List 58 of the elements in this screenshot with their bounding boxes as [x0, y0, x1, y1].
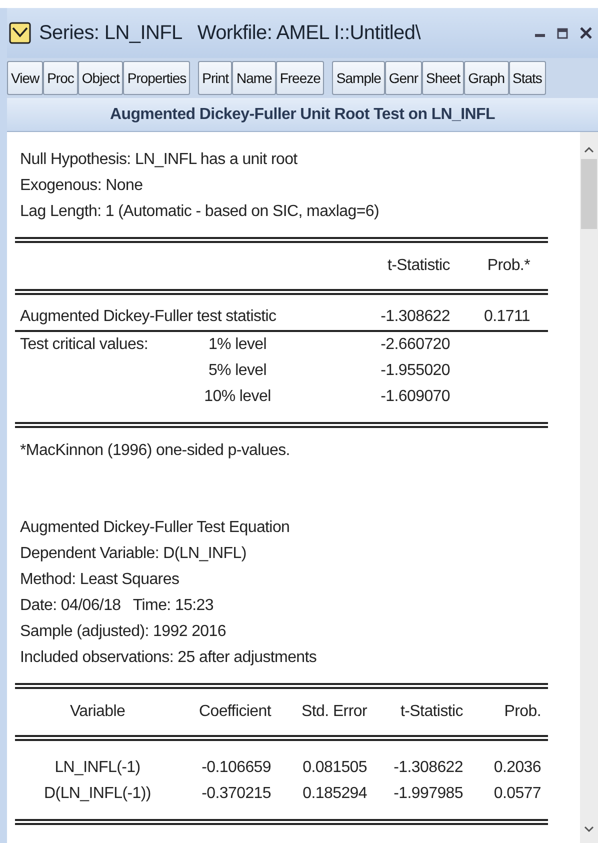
text-line: Method: Least Squares: [19, 570, 180, 590]
toolbar-button[interactable]: Freeze: [276, 61, 324, 95]
toolbar-button[interactable]: Graph: [464, 61, 509, 95]
table-cell-text: -0.370215: [200, 784, 271, 804]
toolbar-button[interactable]: Stats: [508, 61, 546, 95]
table-cell-text: 0.0577: [492, 784, 541, 804]
toolbar-button[interactable]: View: [7, 61, 44, 95]
column-header: Coefficient: [198, 702, 271, 722]
column-header: t-Statistic: [400, 702, 463, 722]
maximize-icon[interactable]: [557, 28, 568, 38]
scrollbar[interactable]: [580, 132, 598, 843]
table-cell-text: 0.185294: [302, 784, 367, 804]
toolbar-button[interactable]: Genr: [384, 61, 422, 95]
text-line: Augmented Dickey-Fuller Test Equation: [19, 518, 291, 538]
table-cell-text: -1.609070: [380, 387, 450, 407]
column-header: Prob.: [503, 702, 541, 722]
level-label: 5% level: [207, 361, 268, 381]
level-label: 1% level: [207, 335, 268, 355]
output-heading: Augmented Dickey-Fuller Unit Root Test on LN_INFL: [7, 98, 598, 132]
table-cell-text: 0.081505: [302, 758, 367, 778]
column-header: Variable: [68, 702, 126, 722]
close-icon[interactable]: [580, 27, 592, 39]
table-cell-text: LN_INFL(-1): [54, 758, 142, 778]
text-line: Included observations: 25 after adjustments: [19, 648, 318, 668]
table-cell-text: -0.106659: [200, 758, 271, 778]
text-line: Null Hypothesis: LN_INFL has a unit root: [19, 150, 298, 170]
text-line: Date: 04/06/18 Time: 15:23: [19, 596, 215, 616]
toolbar-button[interactable]: Print: [198, 61, 232, 95]
text-line: Dependent Variable: D(LN_INFL): [19, 544, 248, 564]
table-cell-text: 0.1711: [483, 307, 530, 327]
row-label: Augmented Dickey-Fuller test statistic: [20, 307, 278, 327]
level-label: 10% level: [203, 387, 272, 407]
chart-icon: [9, 22, 31, 44]
toolbar-button[interactable]: Properties: [123, 61, 190, 95]
table-cell-text: -1.308622: [380, 307, 450, 327]
table-cell-text: -1.955020: [380, 361, 450, 381]
footnote: *MacKinnon (1996) one-sided p-values.: [19, 441, 291, 461]
table-cell-text: D(LN_INFL(-1)): [43, 784, 152, 804]
column-header: Prob.*: [486, 256, 530, 276]
window-title: Series: LN_INFL Workfile: AMEL I::Untitled\: [39, 22, 422, 44]
table-cell-text: 0.2036: [492, 758, 541, 778]
scroll-down-icon[interactable]: [584, 826, 594, 833]
table-cell-text: -1.997985: [392, 784, 463, 804]
toolbar-button[interactable]: Name: [232, 61, 276, 95]
column-header: t-Statistic: [386, 256, 450, 276]
table-cell-text: -1.308622: [392, 758, 463, 778]
toolbar-button[interactable]: Sheet: [422, 61, 464, 95]
text-line: Sample (adjusted): 1992 2016: [19, 622, 227, 642]
text-line: Lag Length: 1 (Automatic - based on SIC, maxlag=6): [19, 202, 380, 222]
table-cell-text: -2.660720: [380, 335, 450, 355]
toolbar-button[interactable]: Proc: [43, 61, 78, 95]
scrollbar-thumb[interactable]: [581, 159, 597, 229]
column-header: Std. Error: [300, 702, 367, 722]
scroll-up-icon[interactable]: [584, 146, 594, 153]
toolbar-button[interactable]: Sample: [332, 61, 385, 95]
row-label: Test critical values:: [20, 335, 149, 355]
toolbar-button[interactable]: Object: [78, 61, 124, 95]
text-line: Exogenous: None: [19, 176, 144, 196]
